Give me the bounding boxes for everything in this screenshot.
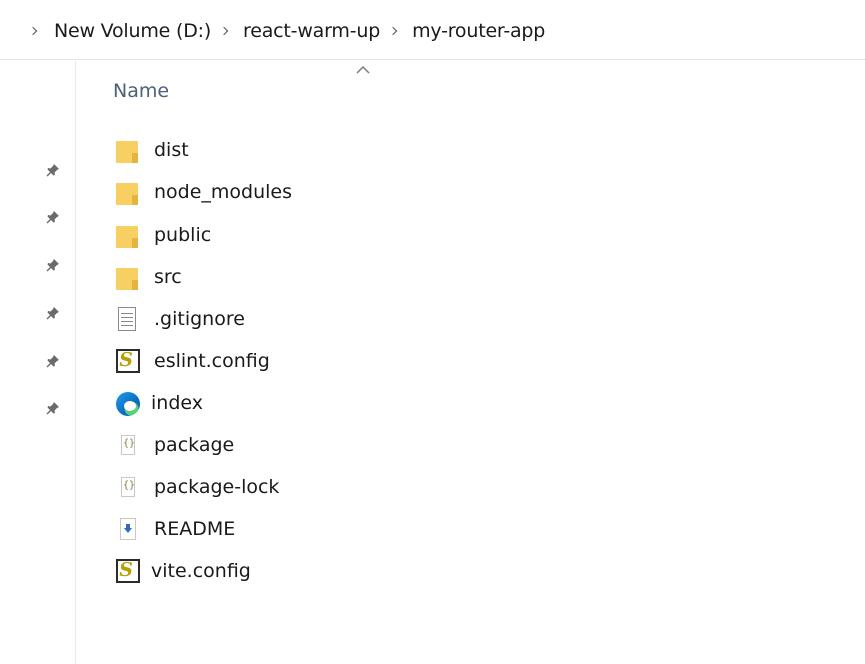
chevron-right-icon[interactable] [388, 25, 400, 37]
list-item-node-modules[interactable]: node_modules [113, 174, 533, 210]
list-item-readme[interactable]: README [113, 511, 533, 547]
file-name: src [154, 266, 182, 288]
text-file-icon [113, 304, 141, 334]
list-item-vite-config[interactable]: S vite.config [113, 553, 533, 589]
file-name: .gitignore [154, 308, 245, 330]
json-file-icon: {} [113, 472, 141, 502]
breadcrumb-item-drive[interactable]: New Volume (D:) [54, 20, 211, 42]
file-name: dist [154, 139, 189, 161]
column-header-name[interactable]: Name [113, 80, 169, 102]
script-file-icon: S [113, 556, 141, 586]
list-item-gitignore[interactable]: .gitignore [113, 301, 533, 337]
file-name: index [151, 392, 203, 414]
markdown-file-icon [113, 514, 141, 544]
folder-icon [113, 135, 141, 165]
file-name: package-lock [154, 476, 280, 498]
file-name: public [154, 224, 212, 246]
chevron-right-icon[interactable] [28, 25, 40, 37]
pin-icon[interactable] [45, 400, 61, 416]
folder-icon [113, 177, 141, 207]
address-bar[interactable]: New Volume (D:) react-warm-up my-router-… [0, 0, 865, 60]
pin-icon[interactable] [45, 209, 61, 225]
breadcrumb-item-react-warm-up[interactable]: react-warm-up [243, 20, 380, 42]
script-file-icon: S [113, 346, 141, 376]
pin-icon[interactable] [45, 305, 61, 321]
file-name: package [154, 434, 235, 456]
list-item-index[interactable]: index [113, 385, 533, 421]
sort-ascending-icon [356, 65, 370, 74]
json-file-icon: {} [113, 430, 141, 460]
folder-icon [113, 262, 141, 292]
breadcrumb-item-my-router-app[interactable]: my-router-app [412, 20, 545, 42]
list-item-package-lock[interactable]: {} package-lock [113, 469, 533, 505]
list-item-eslint-config[interactable]: S eslint.config [113, 343, 533, 379]
edge-html-icon [113, 388, 141, 418]
list-item-dist[interactable]: dist [113, 132, 533, 168]
pin-icon[interactable] [45, 257, 61, 273]
chevron-right-icon[interactable] [219, 25, 231, 37]
file-name: vite.config [151, 560, 251, 582]
folder-icon [113, 220, 141, 250]
file-name: eslint.config [154, 350, 270, 372]
list-item-package[interactable]: {} package [113, 427, 533, 463]
file-name: node_modules [154, 181, 293, 203]
list-item-public[interactable]: public [113, 217, 533, 253]
breadcrumb: New Volume (D:) react-warm-up my-router-… [28, 19, 545, 43]
pin-icon[interactable] [45, 353, 61, 369]
pin-icon[interactable] [45, 162, 61, 178]
file-name: README [154, 518, 236, 540]
list-item-src[interactable]: src [113, 259, 533, 295]
navigation-pane [0, 61, 76, 664]
